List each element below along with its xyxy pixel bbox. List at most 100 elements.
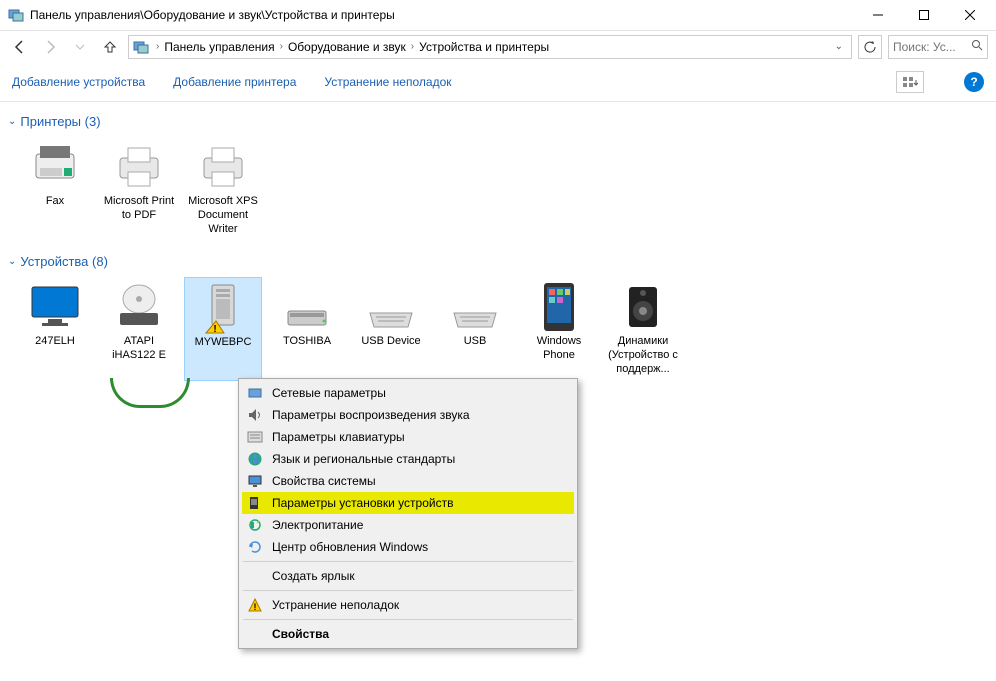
menu-label: Сетевые параметры (272, 386, 386, 400)
breadcrumb-item[interactable]: Панель управления (162, 40, 276, 54)
back-button[interactable] (8, 35, 32, 59)
device-label: Fax (46, 195, 64, 209)
device-item-keyboard-usb[interactable]: USB (436, 277, 514, 380)
window-titlebar: Панель управления\Оборудование и звук\Ус… (0, 0, 996, 30)
menu-label: Свойства системы (272, 474, 376, 488)
breadcrumb-dropdown[interactable]: ⌄ (835, 41, 847, 52)
device-label: Динамики (Устройство с поддерж... (606, 335, 680, 376)
navigation-bar: › Панель управления › Оборудование и зву… (0, 30, 996, 62)
device-item-optical-drive[interactable]: ATAPI iHAS122 E (100, 277, 178, 380)
menu-label: Параметры воспроизведения звука (272, 408, 470, 422)
warning-icon: ! (246, 597, 264, 613)
forward-button[interactable] (38, 35, 62, 59)
device-label: TOSHIBA (283, 335, 331, 349)
menu-separator (243, 561, 573, 562)
device-label: USB (464, 335, 487, 349)
search-input[interactable] (893, 40, 963, 54)
menu-separator (243, 619, 573, 620)
maximize-button[interactable] (910, 4, 938, 26)
svg-text:!: ! (254, 602, 257, 612)
menu-label: Центр обновления Windows (272, 540, 428, 554)
printer-icon (194, 141, 252, 193)
search-box[interactable] (888, 35, 988, 59)
context-menu: Сетевые параметры Параметры воспроизведе… (238, 378, 578, 649)
menu-item-troubleshoot[interactable]: ! Устранение неполадок (242, 594, 574, 616)
speaker-icon (614, 281, 672, 333)
computer-icon: ! (194, 282, 252, 334)
group-title: Принтеры (3) (20, 114, 100, 129)
menu-item-windows-update[interactable]: Центр обновления Windows (242, 536, 574, 558)
breadcrumb-item[interactable]: Оборудование и звук (286, 40, 408, 54)
chevron-down-icon: ⌄ (8, 116, 16, 127)
keyboard-icon (246, 429, 264, 445)
recent-locations-button[interactable] (68, 35, 92, 59)
monitor-icon (26, 281, 84, 333)
add-device-link[interactable]: Добавление устройства (12, 75, 145, 89)
search-icon (971, 39, 983, 54)
up-button[interactable] (98, 35, 122, 59)
breadcrumb-item[interactable]: Устройства и принтеры (417, 40, 551, 54)
minimize-button[interactable] (864, 4, 892, 26)
printers-group: Fax Microsoft Print to PDF Microsoft XPS… (8, 133, 988, 248)
device-label: ATAPI iHAS122 E (102, 335, 176, 363)
device-item-speakers[interactable]: Динамики (Устройство с поддерж... (604, 277, 682, 380)
menu-label: Параметры установки устройств (272, 496, 453, 510)
device-item-hdd[interactable]: TOSHIBA (268, 277, 346, 380)
close-button[interactable] (956, 4, 984, 26)
chevron-right-icon: › (156, 41, 159, 52)
device-item-fax[interactable]: Fax (16, 137, 94, 240)
menu-item-create-shortcut[interactable]: Создать ярлык (242, 565, 574, 587)
menu-item-device-installation[interactable]: Параметры установки устройств (242, 492, 574, 514)
chevron-right-icon: › (280, 41, 283, 52)
speaker-icon (246, 407, 264, 423)
group-header-printers[interactable]: ⌄ Принтеры (3) (8, 114, 988, 129)
power-icon (246, 517, 264, 533)
network-icon (246, 385, 264, 401)
device-label: Microsoft XPS Document Writer (186, 195, 260, 236)
breadcrumb[interactable]: › Панель управления › Оборудование и зву… (128, 35, 852, 59)
view-options-button[interactable] (896, 71, 924, 93)
menu-item-region[interactable]: Язык и региональные стандарты (242, 448, 574, 470)
device-icon (246, 495, 264, 511)
menu-item-system[interactable]: Свойства системы (242, 470, 574, 492)
menu-item-sound[interactable]: Параметры воспроизведения звука (242, 404, 574, 426)
device-label: 247ELH (35, 335, 75, 349)
group-title: Устройства (8) (20, 254, 108, 269)
menu-item-keyboard[interactable]: Параметры клавиатуры (242, 426, 574, 448)
globe-icon (246, 451, 264, 467)
menu-label: Свойства (272, 627, 329, 641)
refresh-button[interactable] (858, 35, 882, 59)
menu-item-properties[interactable]: Свойства (242, 623, 574, 645)
optical-drive-icon (110, 281, 168, 333)
computer-icon (246, 473, 264, 489)
phone-icon (530, 281, 588, 333)
menu-label: Электропитание (272, 518, 363, 532)
hard-drive-icon (278, 281, 336, 333)
device-item-keyboard[interactable]: USB Device (352, 277, 430, 380)
device-label: MYWEBPC (195, 336, 252, 350)
update-icon (246, 539, 264, 555)
keyboard-icon (362, 281, 420, 333)
svg-text:!: ! (213, 324, 216, 335)
command-bar: Добавление устройства Добавление принтер… (0, 62, 996, 102)
device-label: USB Device (361, 335, 420, 349)
device-item-xps-writer[interactable]: Microsoft XPS Document Writer (184, 137, 262, 240)
device-item-print-to-pdf[interactable]: Microsoft Print to PDF (100, 137, 178, 240)
troubleshoot-link[interactable]: Устранение неполадок (324, 75, 451, 89)
device-item-computer[interactable]: ! MYWEBPC (184, 277, 262, 380)
device-item-phone[interactable]: Windows Phone (520, 277, 598, 380)
menu-item-network[interactable]: Сетевые параметры (242, 382, 574, 404)
device-item-monitor[interactable]: 247ELH (16, 277, 94, 380)
printer-icon (110, 141, 168, 193)
menu-item-power[interactable]: Электропитание (242, 514, 574, 536)
menu-label: Параметры клавиатуры (272, 430, 405, 444)
add-printer-link[interactable]: Добавление принтера (173, 75, 296, 89)
chevron-right-icon: › (411, 41, 414, 52)
help-button[interactable]: ? (964, 72, 984, 92)
menu-label: Создать ярлык (272, 569, 355, 583)
annotation-arc (110, 378, 190, 408)
menu-label: Язык и региональные стандарты (272, 452, 455, 466)
breadcrumb-icon (133, 39, 149, 55)
menu-separator (243, 590, 573, 591)
group-header-devices[interactable]: ⌄ Устройства (8) (8, 254, 988, 269)
